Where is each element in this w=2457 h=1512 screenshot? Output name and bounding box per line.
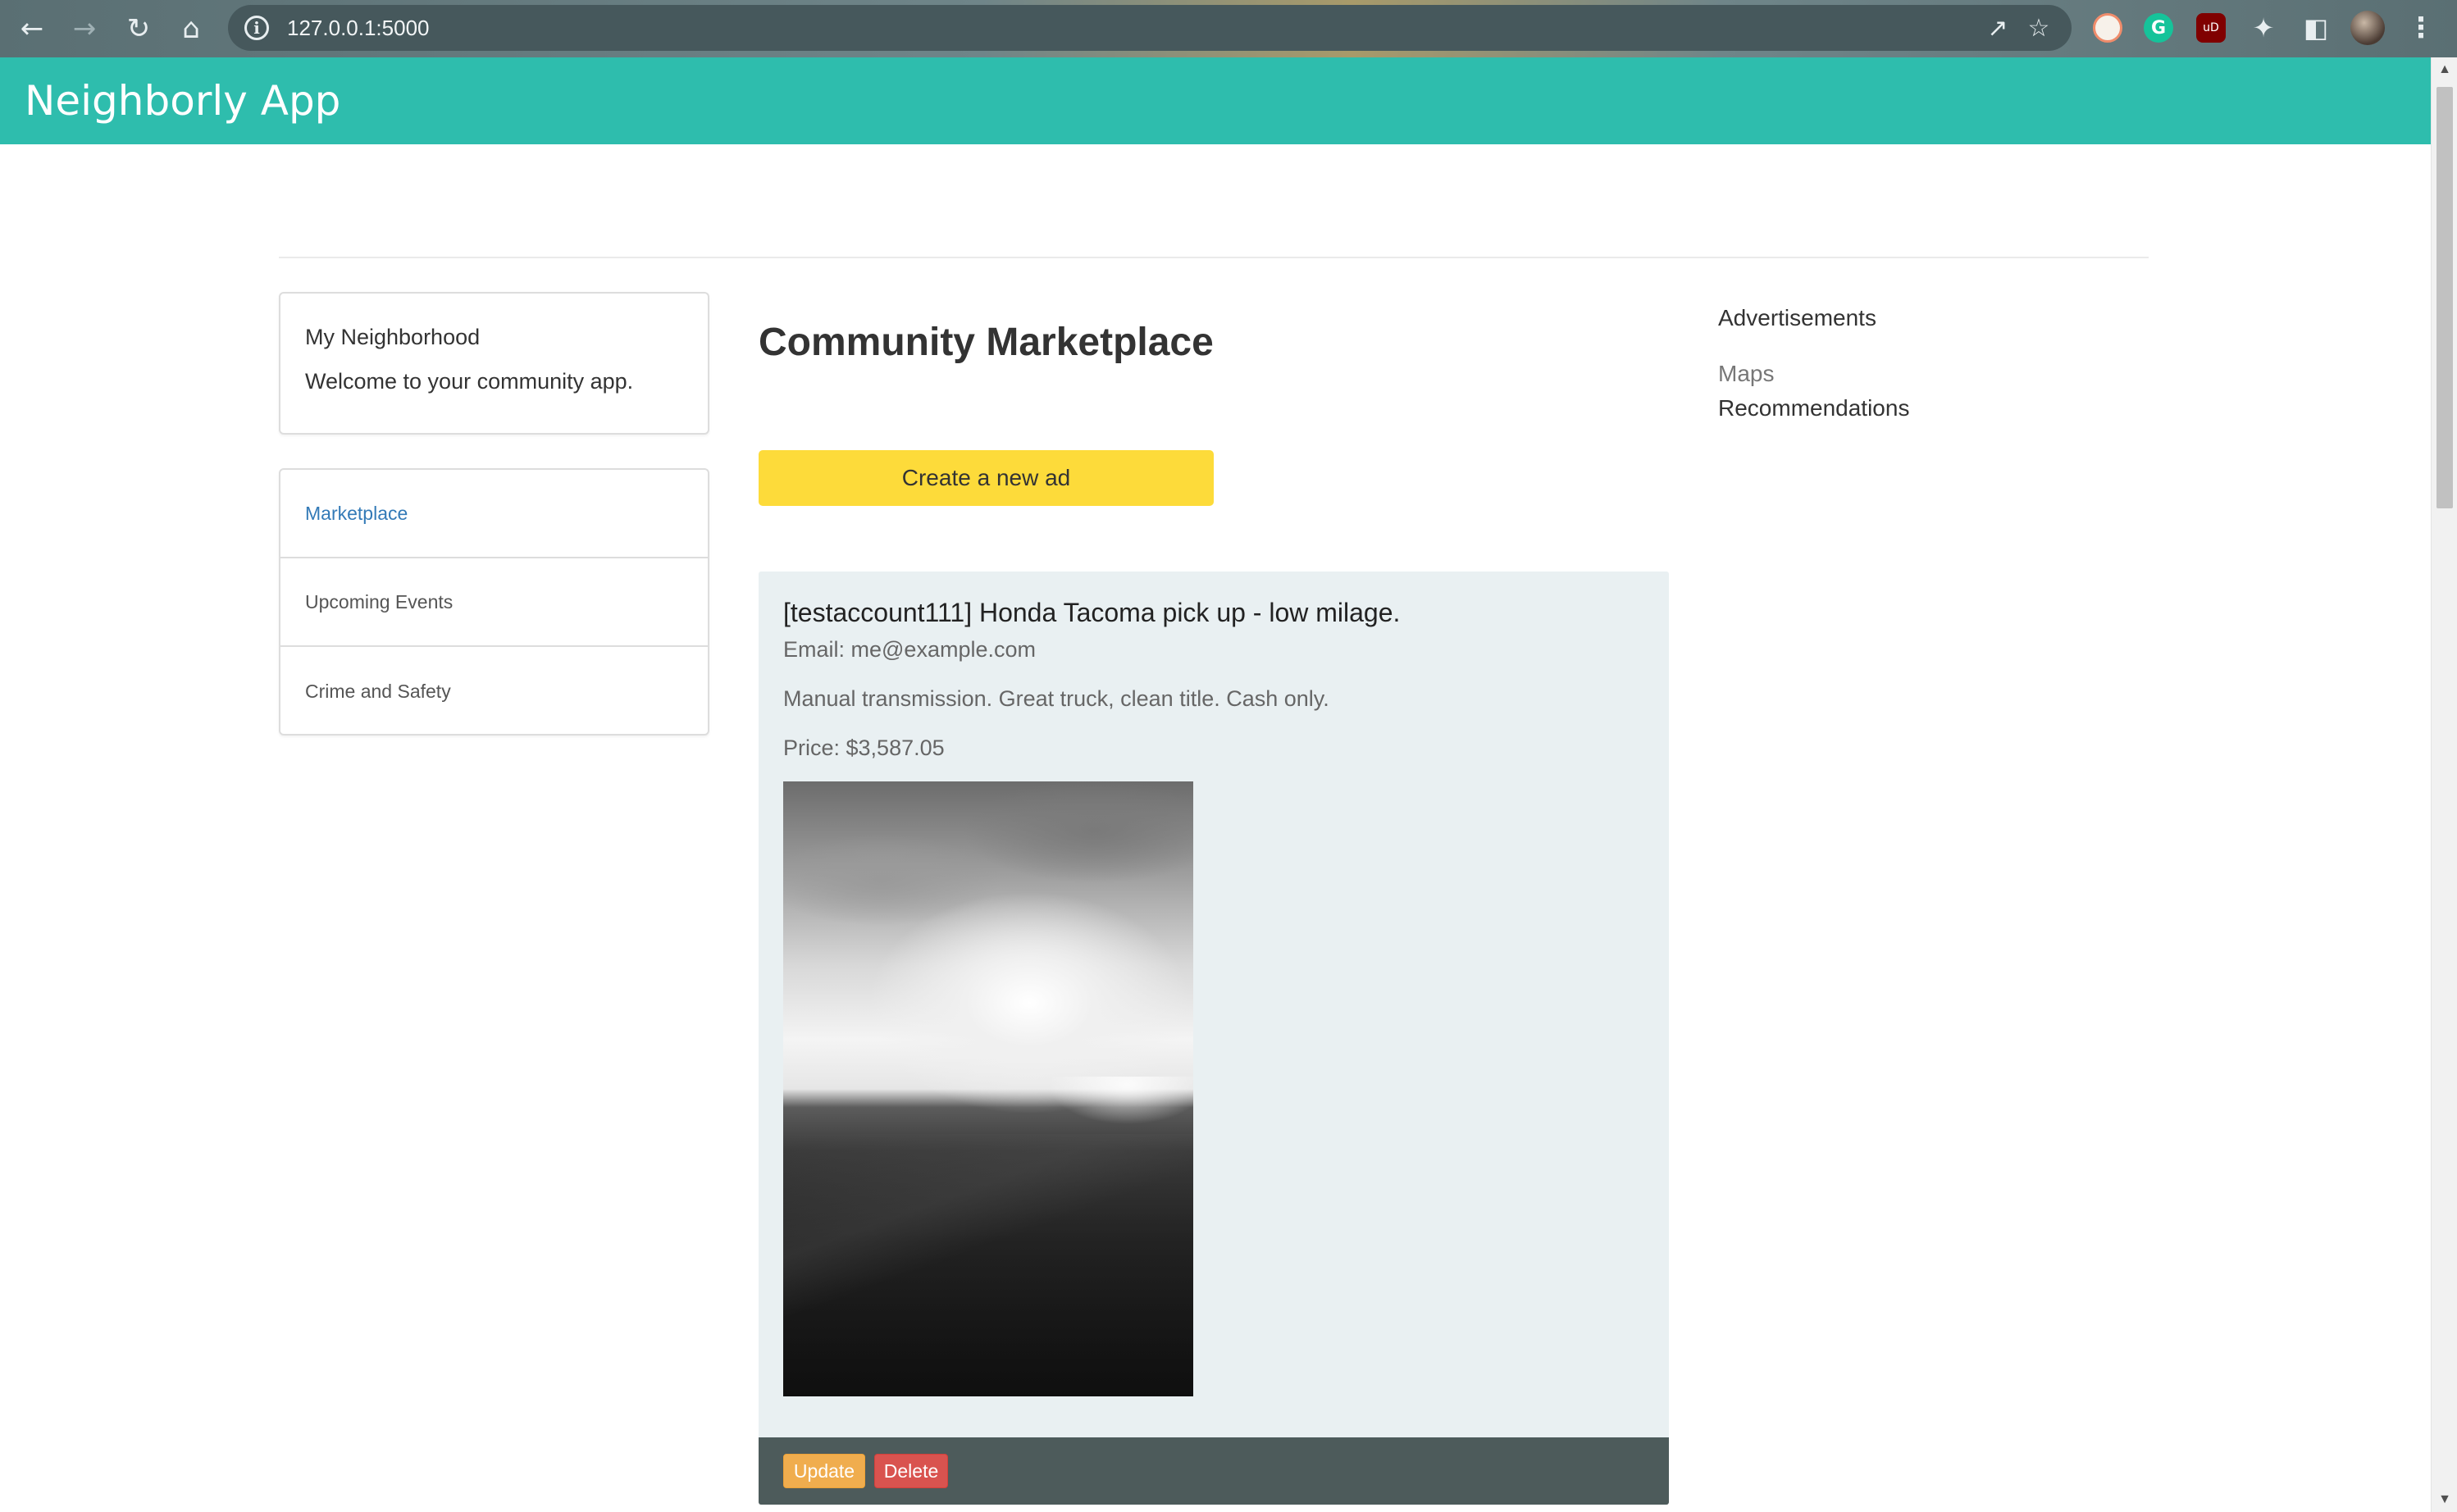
home-icon[interactable]: ⌂ bbox=[171, 8, 212, 49]
create-ad-button[interactable]: Create a new ad bbox=[759, 450, 1214, 506]
page-title: Community Marketplace bbox=[759, 321, 1214, 364]
image-field bbox=[783, 1134, 1193, 1396]
sidebar-item-marketplace[interactable]: Marketplace bbox=[280, 470, 708, 558]
advertisements-heading: Advertisements bbox=[1718, 305, 1876, 330]
page-scrollbar[interactable]: ▲ ▼ bbox=[2431, 57, 2457, 1512]
welcome-card: My Neighborhood Welcome to your communit… bbox=[279, 292, 709, 435]
extension-icon[interactable] bbox=[2093, 13, 2122, 43]
scrollbar-thumb[interactable] bbox=[2436, 87, 2453, 508]
maps-link[interactable]: Maps bbox=[1718, 361, 1909, 387]
ad-description: Manual transmission. Great truck, clean … bbox=[783, 686, 1329, 711]
header-divider bbox=[279, 257, 2149, 258]
reload-icon[interactable]: ↻ bbox=[118, 8, 159, 49]
sidebar-item-crime-and-safety[interactable]: Crime and Safety bbox=[280, 647, 708, 736]
kebab-menu-icon[interactable]: ⋮ bbox=[2406, 11, 2436, 44]
arrow-left-icon[interactable]: ← bbox=[11, 8, 52, 49]
star-icon[interactable]: ☆ bbox=[2024, 13, 2054, 43]
brand-link[interactable]: Neighborly App bbox=[25, 77, 340, 125]
sidebar-item-upcoming-events[interactable]: Upcoming Events bbox=[280, 558, 708, 647]
address-bar[interactable]: i 127.0.0.1:5000 ↗ ☆ bbox=[228, 5, 2072, 51]
sidepanel-icon[interactable]: ◧ bbox=[2301, 12, 2331, 43]
ad-title: [testaccount111] Honda Tacoma pick up - … bbox=[783, 598, 1401, 627]
avatar[interactable] bbox=[2350, 11, 2385, 45]
ad-image bbox=[783, 781, 1193, 1396]
ad-email: Email: me@example.com bbox=[783, 637, 1036, 662]
card-subtitle: Welcome to your community app. bbox=[305, 369, 634, 394]
recommendations-link[interactable]: Recommendations bbox=[1718, 395, 1909, 421]
app-navbar: Neighborly App bbox=[0, 57, 2431, 144]
delete-button[interactable]: Delete bbox=[874, 1454, 948, 1488]
url-text[interactable]: 127.0.0.1:5000 bbox=[287, 16, 430, 41]
card-title: My Neighborhood bbox=[305, 325, 481, 349]
ad-price: Price: $3,587.05 bbox=[783, 736, 945, 760]
ad-card: [testaccount111] Honda Tacoma pick up - … bbox=[759, 572, 1669, 1505]
scroll-down-icon[interactable]: ▼ bbox=[2432, 1487, 2457, 1512]
share-icon[interactable]: ↗ bbox=[1983, 13, 2013, 43]
update-button[interactable]: Update bbox=[783, 1454, 865, 1488]
ad-footer: Update Delete bbox=[759, 1437, 1669, 1505]
ublock-icon[interactable]: uD bbox=[2196, 13, 2226, 43]
grammarly-icon[interactable]: G bbox=[2144, 13, 2173, 43]
advertisements-panel: Advertisements Maps Recommendations bbox=[1718, 305, 1909, 421]
puzzle-icon[interactable]: ✦ bbox=[2249, 12, 2278, 43]
side-nav: Marketplace Upcoming Events Crime and Sa… bbox=[279, 468, 709, 736]
browser-toolbar: ← → ↻ ⌂ i 127.0.0.1:5000 ↗ ☆ G uD ✦ ◧ ⋮ bbox=[0, 0, 2457, 57]
arrow-right-icon[interactable]: → bbox=[64, 8, 105, 49]
scroll-up-icon[interactable]: ▲ bbox=[2432, 57, 2457, 82]
site-info-icon[interactable]: i bbox=[244, 16, 269, 40]
